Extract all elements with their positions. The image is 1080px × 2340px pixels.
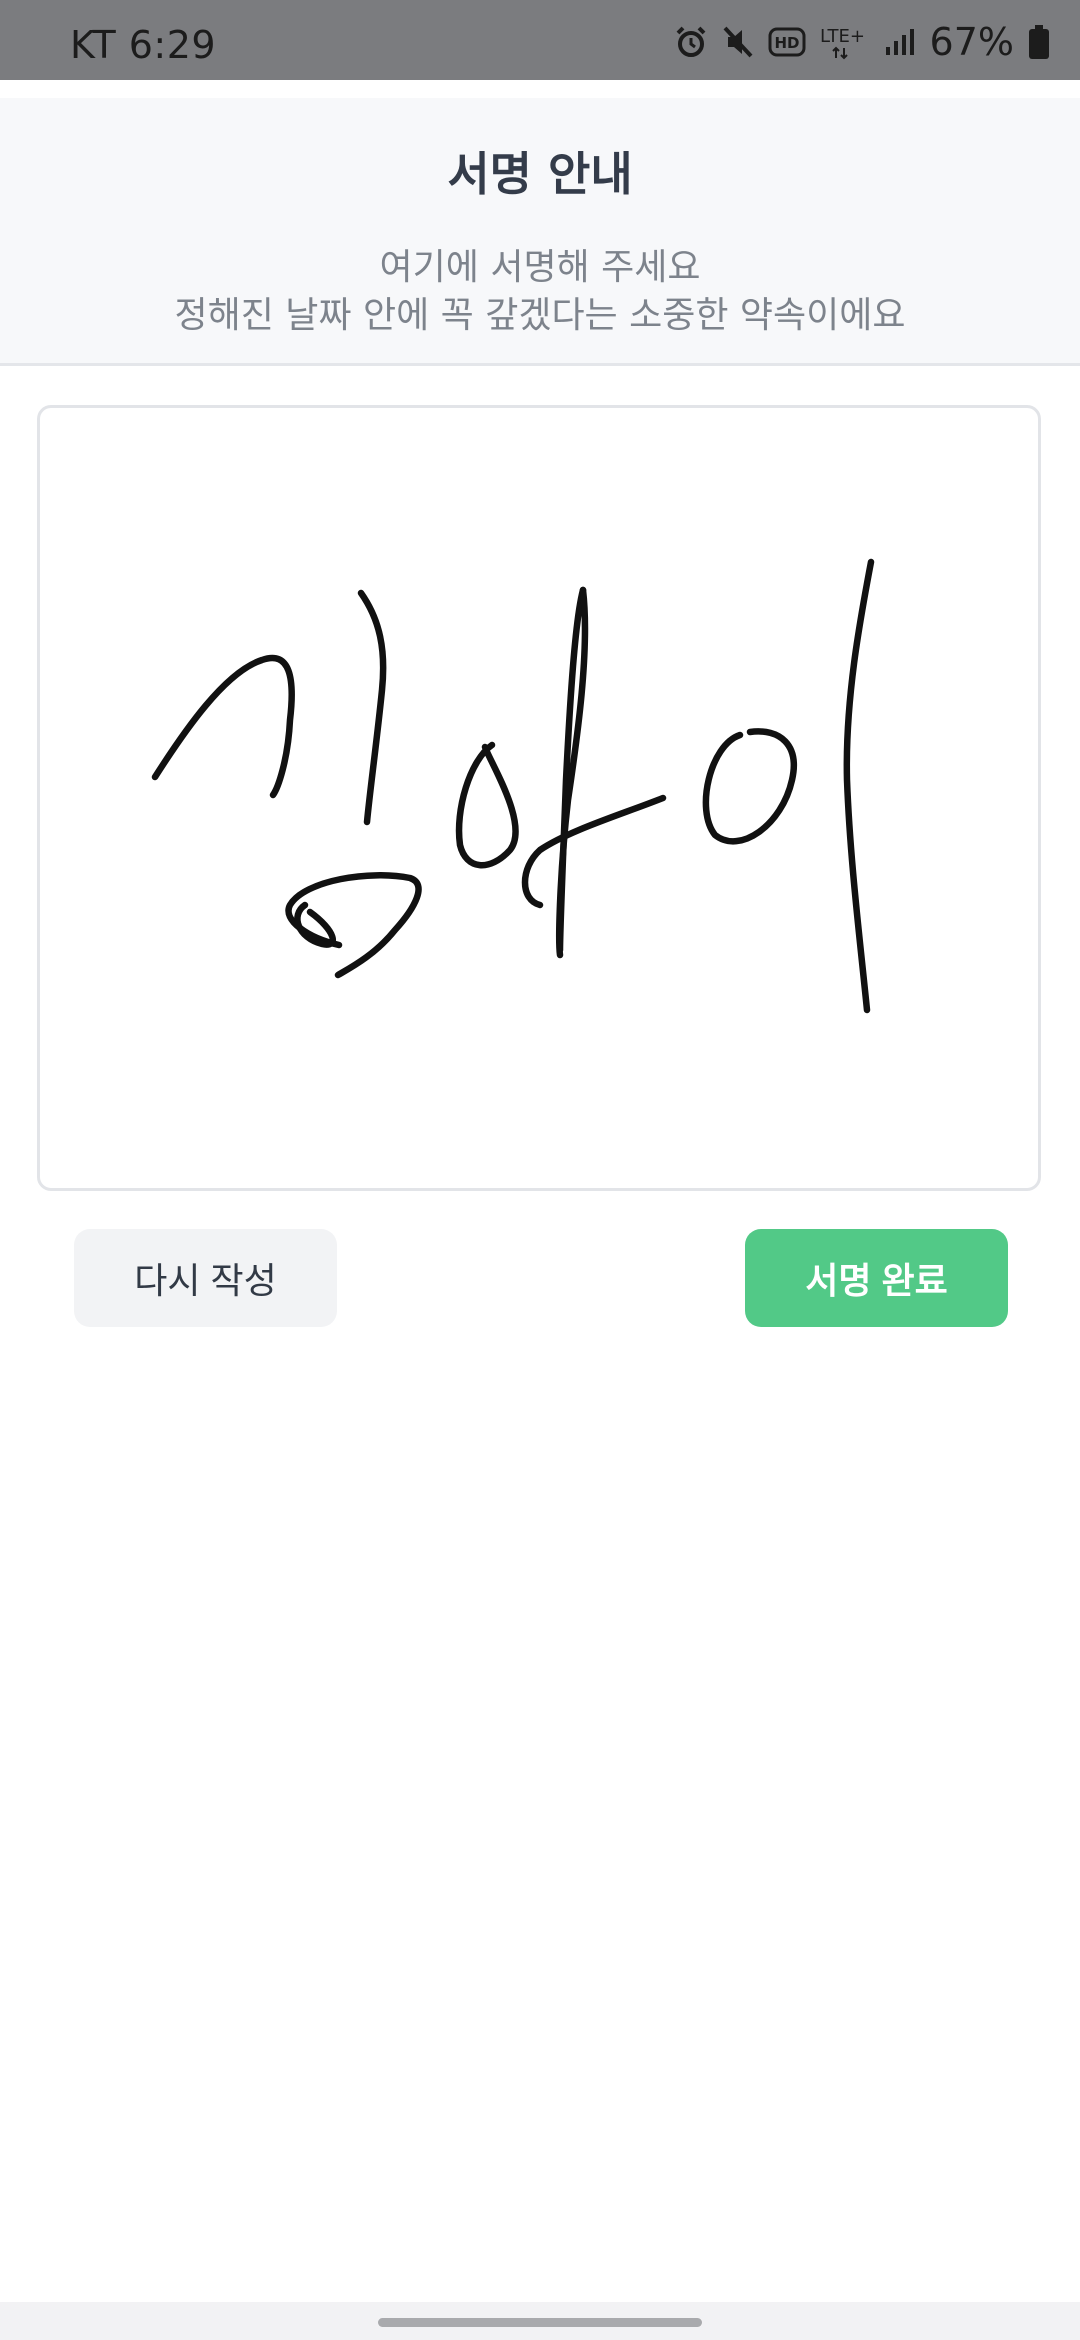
guide-promise-text: 정해진 날짜 안에 꼭 갚겠다는 소중한 약속이에요 xyxy=(174,295,906,336)
rewrite-button[interactable]: 다시 작성 xyxy=(74,1229,337,1327)
home-indicator[interactable] xyxy=(378,2318,702,2327)
signature-pad[interactable] xyxy=(37,405,1041,1191)
status-bar: KT 6:29 HD LTE+ 67% xyxy=(0,0,1080,80)
alarm-icon xyxy=(674,25,708,59)
svg-text:HD: HD xyxy=(774,34,799,52)
hd-voice-icon: HD xyxy=(768,27,806,57)
page-title: 서명 안내 xyxy=(447,147,633,201)
navigation-bar xyxy=(0,2302,1080,2340)
battery-percent: 67% xyxy=(929,20,1014,64)
signature-guide-panel: 서명 안내 여기에 서명해 주세요 정해진 날짜 안에 꼭 갚겠다는 소중한 약… xyxy=(0,98,1080,366)
complete-signature-button[interactable]: 서명 완료 xyxy=(745,1229,1008,1327)
mute-icon xyxy=(722,25,754,59)
guide-instruction: 여기에 서명해 주세요 xyxy=(379,247,701,288)
status-icons: HD LTE+ 67% xyxy=(674,20,1050,64)
battery-icon xyxy=(1028,24,1050,60)
signal-icon xyxy=(884,27,916,57)
svg-text:LTE+: LTE+ xyxy=(820,26,865,47)
signature-drawing xyxy=(151,558,875,1014)
lte-icon: LTE+ xyxy=(820,24,870,60)
status-time: KT 6:29 xyxy=(70,23,217,67)
